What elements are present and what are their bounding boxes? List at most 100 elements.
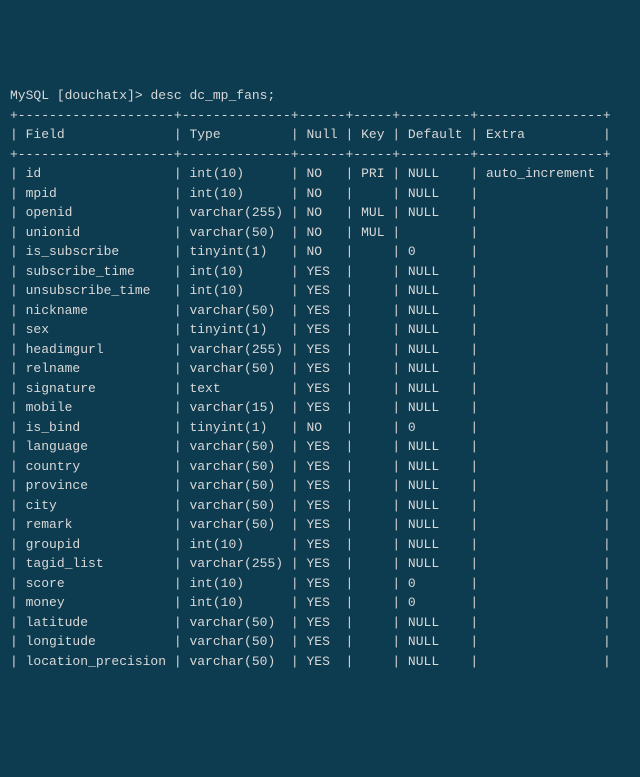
cell-key: MUL: [361, 205, 384, 220]
pipe: |: [385, 615, 408, 630]
cell-extra: [486, 400, 595, 415]
table-row: | longitude | varchar(50) | YES | | NULL…: [10, 632, 630, 652]
cell-extra: [486, 634, 595, 649]
cell-field: location_precision: [26, 654, 166, 669]
pipe: |: [283, 127, 306, 142]
pipe: |: [338, 127, 361, 142]
cell-field: language: [26, 439, 166, 454]
pipe: |: [385, 517, 408, 532]
cell-null: YES: [306, 595, 337, 610]
table-row: | remark | varchar(50) | YES | | NULL | …: [10, 515, 630, 535]
pipe: |: [10, 439, 26, 454]
pipe: |: [10, 400, 26, 415]
cell-default: NULL: [408, 439, 463, 454]
cell-key: [361, 595, 384, 610]
pipe: |: [283, 595, 306, 610]
cell-type: int(10): [189, 264, 283, 279]
pipe: |: [385, 361, 408, 376]
cell-key: [361, 634, 384, 649]
cell-null: NO: [306, 186, 337, 201]
pipe: |: [338, 303, 361, 318]
pipe: |: [10, 186, 26, 201]
cell-null: NO: [306, 225, 337, 240]
pipe: |: [385, 634, 408, 649]
header-null: Null: [306, 127, 337, 142]
pipe: |: [338, 420, 361, 435]
pipe: |: [283, 322, 306, 337]
pipe: |: [463, 595, 486, 610]
cell-key: [361, 420, 384, 435]
cell-default: NULL: [408, 283, 463, 298]
cell-key: [361, 244, 384, 259]
cell-extra: [486, 595, 595, 610]
table-row: | unsubscribe_time | int(10) | YES | | N…: [10, 281, 630, 301]
pipe: |: [283, 459, 306, 474]
cell-null: YES: [306, 381, 337, 396]
cell-null: YES: [306, 634, 337, 649]
pipe: |: [283, 634, 306, 649]
pipe: |: [166, 537, 189, 552]
pipe: |: [283, 654, 306, 669]
pipe: |: [283, 498, 306, 513]
cell-extra: [486, 186, 595, 201]
pipe: |: [463, 478, 486, 493]
cell-key: [361, 654, 384, 669]
pipe: |: [166, 517, 189, 532]
cell-extra: [486, 205, 595, 220]
pipe: |: [385, 225, 408, 240]
pipe: |: [595, 244, 611, 259]
pipe: |: [338, 517, 361, 532]
pipe: |: [595, 264, 611, 279]
pipe: |: [595, 225, 611, 240]
cell-extra: [486, 381, 595, 396]
prompt-line: MySQL [douchatx]> desc dc_mp_fans;: [10, 86, 630, 106]
pipe: |: [595, 556, 611, 571]
pipe: |: [338, 342, 361, 357]
pipe: |: [10, 498, 26, 513]
pipe: |: [166, 420, 189, 435]
cell-type: varchar(50): [189, 225, 283, 240]
pipe: |: [385, 127, 408, 142]
cell-default: NULL: [408, 459, 463, 474]
table-row: | id | int(10) | NO | PRI | NULL | auto_…: [10, 164, 630, 184]
pipe: |: [463, 459, 486, 474]
table-divider: +--------------------+--------------+---…: [10, 145, 630, 165]
pipe: |: [595, 283, 611, 298]
pipe: |: [463, 322, 486, 337]
table-row: | score | int(10) | YES | | 0 | |: [10, 574, 630, 594]
pipe: |: [385, 556, 408, 571]
cell-field: city: [26, 498, 166, 513]
cell-key: [361, 303, 384, 318]
pipe: |: [10, 322, 26, 337]
pipe: |: [463, 381, 486, 396]
cell-key: [361, 556, 384, 571]
cell-extra: auto_increment: [486, 166, 595, 181]
cell-default: NULL: [408, 556, 463, 571]
pipe: |: [463, 517, 486, 532]
pipe: |: [385, 459, 408, 474]
cell-null: YES: [306, 264, 337, 279]
cell-null: YES: [306, 615, 337, 630]
cell-field: unsubscribe_time: [26, 283, 166, 298]
cell-key: [361, 283, 384, 298]
pipe: |: [338, 244, 361, 259]
cell-key: [361, 381, 384, 396]
pipe: |: [463, 264, 486, 279]
pipe: |: [463, 361, 486, 376]
cell-extra: [486, 361, 595, 376]
pipe: |: [595, 537, 611, 552]
pipe: |: [10, 478, 26, 493]
cell-field: money: [26, 595, 166, 610]
cell-type: varchar(255): [189, 342, 283, 357]
cell-key: [361, 478, 384, 493]
cell-default: NULL: [408, 186, 463, 201]
pipe: |: [166, 595, 189, 610]
cell-default: NULL: [408, 537, 463, 552]
pipe: |: [283, 342, 306, 357]
cell-key: [361, 517, 384, 532]
cell-type: tinyint(1): [189, 244, 283, 259]
pipe: |: [338, 322, 361, 337]
table-row: | money | int(10) | YES | | 0 | |: [10, 593, 630, 613]
cell-extra: [486, 264, 595, 279]
cell-null: YES: [306, 439, 337, 454]
